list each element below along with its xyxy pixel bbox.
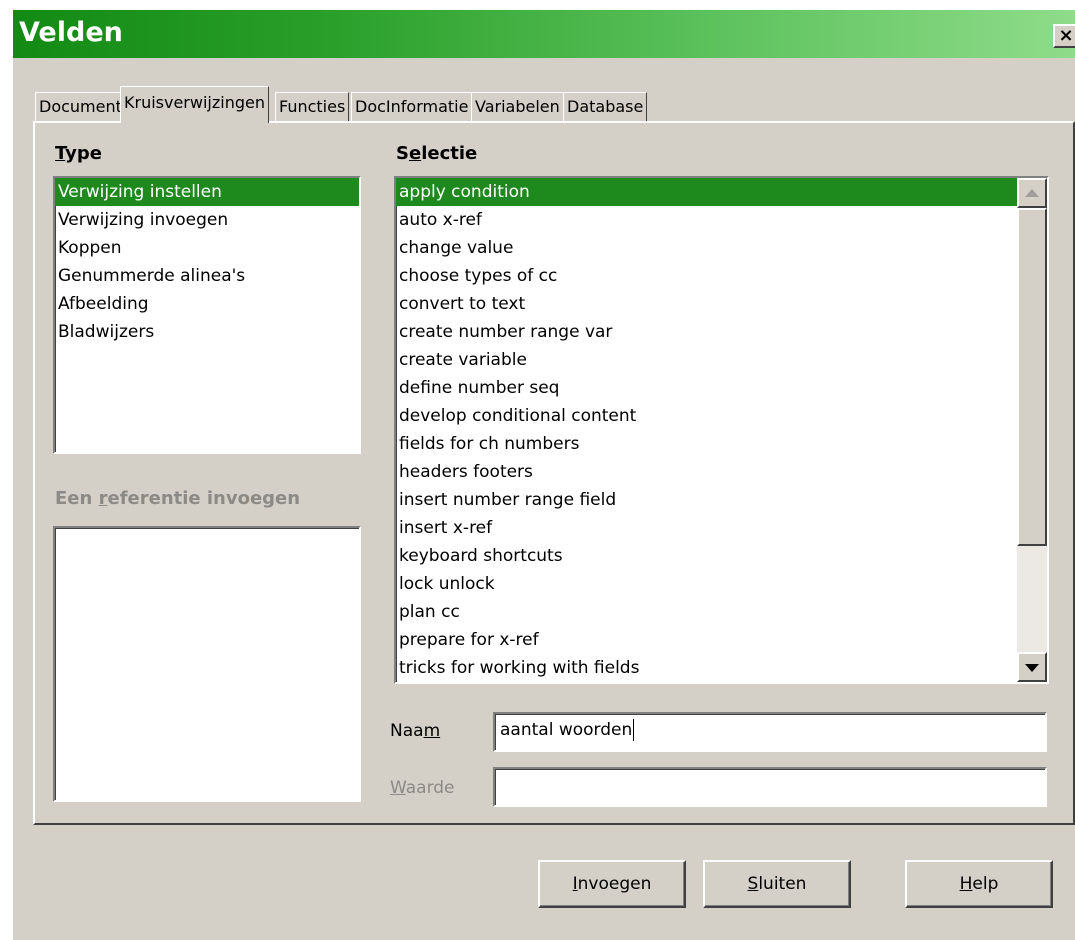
selection-list-item[interactable]: lock unlock <box>396 570 1017 598</box>
tab-docinformatie[interactable]: DocInformatie <box>351 92 473 122</box>
selection-list-item[interactable]: define number seq <box>396 374 1017 402</box>
tab-functies[interactable]: Functies <box>275 92 350 122</box>
value-input[interactable] <box>493 767 1047 807</box>
tab-kruisverwijzingen[interactable]: Kruisverwijzingen <box>120 86 269 123</box>
selection-scrollbar[interactable] <box>1017 178 1047 682</box>
selection-list-item[interactable]: convert to text <box>396 290 1017 318</box>
reference-listbox[interactable] <box>53 526 361 802</box>
scroll-down-button[interactable] <box>1017 652 1047 682</box>
selection-list-item[interactable]: keyboard shortcuts <box>396 542 1017 570</box>
selection-list: apply condition auto x-ref change value cho… <box>396 178 1017 682</box>
selection-list-item[interactable]: prepare for x-ref <box>396 626 1017 654</box>
velden-dialog: Velden × Document Kruisverwijzingen Func… <box>13 10 1075 940</box>
triangle-down-icon <box>1025 664 1039 672</box>
close-button[interactable]: Sluiten <box>703 860 851 908</box>
type-list-item[interactable]: Koppen <box>55 234 359 262</box>
tab-database[interactable]: Database <box>563 92 648 122</box>
scroll-thumb[interactable] <box>1017 208 1047 546</box>
type-list: Verwijzing instellen Verwijzing invoegen K… <box>55 178 359 346</box>
insert-button[interactable]: Invoegen <box>538 860 686 908</box>
name-label: Naam <box>390 721 441 741</box>
selection-list-item[interactable]: plan cc <box>396 598 1017 626</box>
tab-document[interactable]: Document <box>35 92 126 122</box>
type-list-item[interactable]: Verwijzing instellen <box>55 178 359 206</box>
type-heading: Type <box>55 143 102 164</box>
selection-list-item[interactable]: insert number range field <box>396 486 1017 514</box>
selection-list-item[interactable]: create number range var <box>396 318 1017 346</box>
help-button[interactable]: Help <box>905 860 1053 908</box>
close-icon[interactable]: × <box>1053 24 1075 48</box>
type-list-item[interactable]: Afbeelding <box>55 290 359 318</box>
selection-list-item[interactable]: develop conditional content <box>396 402 1017 430</box>
scroll-up-button[interactable] <box>1017 178 1047 208</box>
name-input[interactable]: aantal woorden <box>493 712 1047 752</box>
reference-heading: Een referentie invoegen <box>55 488 301 509</box>
window-title: Velden <box>19 17 123 48</box>
type-listbox[interactable]: Verwijzing instellen Verwijzing invoegen K… <box>53 176 361 454</box>
selection-list-item[interactable]: change value <box>396 234 1017 262</box>
selection-heading: Selectie <box>396 143 478 164</box>
type-list-item[interactable]: Genummerde alinea's <box>55 262 359 290</box>
type-list-item[interactable]: Verwijzing invoegen <box>55 206 359 234</box>
selection-list-item[interactable]: create variable <box>396 346 1017 374</box>
selection-list-item[interactable]: tricks for working with fields <box>396 654 1017 682</box>
value-label: Waarde <box>390 778 455 798</box>
selection-listbox[interactable]: apply condition auto x-ref change value cho… <box>394 176 1049 684</box>
selection-list-item[interactable]: insert x-ref <box>396 514 1017 542</box>
selection-list-item[interactable]: apply condition <box>396 178 1017 206</box>
selection-list-item[interactable]: headers footers <box>396 458 1017 486</box>
type-list-item[interactable]: Bladwijzers <box>55 318 359 346</box>
tab-variabelen[interactable]: Variabelen <box>471 92 564 122</box>
title-bar[interactable]: Velden × <box>13 10 1075 58</box>
triangle-up-icon <box>1025 189 1039 197</box>
text-caret <box>633 719 635 741</box>
selection-list-item[interactable]: fields for ch numbers <box>396 430 1017 458</box>
selection-list-item[interactable]: auto x-ref <box>396 206 1017 234</box>
selection-list-item[interactable]: choose types of cc <box>396 262 1017 290</box>
